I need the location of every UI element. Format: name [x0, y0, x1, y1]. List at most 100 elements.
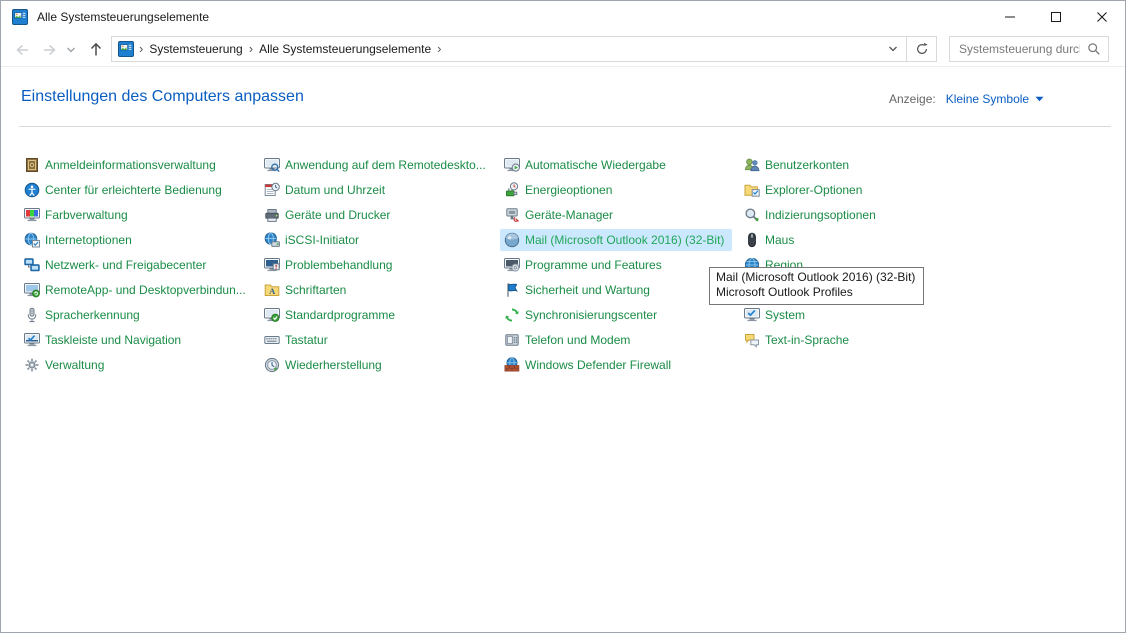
control-panel-item[interactable]: Indizierungsoptionen [740, 204, 884, 226]
control-panel-item[interactable]: Mail (Microsoft Outlook 2016) (32-Bit) [500, 229, 732, 251]
address-bar[interactable]: ›Systemsteuerung›Alle Systemsteuerungsel… [111, 36, 937, 62]
control-panel-item[interactable]: Spracherkennung [20, 304, 148, 326]
breadcrumb-item[interactable]: Systemsteuerung [148, 42, 243, 56]
up-button[interactable] [83, 33, 109, 66]
breadcrumb-separator-icon: › [244, 41, 258, 56]
item-label: Wiederherstellung [285, 358, 382, 372]
address-dropdown-button[interactable] [880, 37, 906, 61]
address-bar-controls [880, 37, 936, 61]
sync-center-icon [504, 307, 520, 323]
control-panel-item[interactable]: Verwaltung [20, 354, 112, 376]
control-panel-item[interactable]: iSCSI-Initiator [260, 229, 367, 251]
search-box [949, 36, 1109, 62]
title-bar: Alle Systemsteuerungselemente [1, 1, 1125, 33]
control-panel-item[interactable]: Farbverwaltung [20, 204, 136, 226]
control-panel-item[interactable]: Netzwerk- und Freigabecenter [20, 254, 214, 276]
close-button[interactable] [1079, 1, 1125, 33]
control-panel-item[interactable]: Anwendung auf dem Remotedeskto... [260, 154, 494, 176]
header-divider [19, 126, 1111, 127]
page-title: Einstellungen des Computers anpassen [21, 88, 304, 106]
control-panel-item[interactable]: Center für erleichterte Bedienung [20, 179, 230, 201]
maximize-button[interactable] [1033, 1, 1079, 33]
refresh-icon [915, 42, 929, 56]
control-panel-item[interactable]: Problembehandlung [260, 254, 400, 276]
control-panel-item[interactable]: Geräte-Manager [500, 204, 621, 226]
control-panel-item[interactable]: Benutzerkonten [740, 154, 857, 176]
explorer-options-icon [744, 182, 760, 198]
chevron-down-icon [66, 46, 76, 54]
control-panel-item[interactable]: Explorer-Optionen [740, 179, 870, 201]
control-panel-item[interactable]: Synchronisierungscenter [500, 304, 665, 326]
devices-printers-icon [264, 207, 280, 223]
control-panel-item[interactable]: System [740, 304, 813, 326]
control-panel-item[interactable]: Programme und Features [500, 254, 670, 276]
troubleshooting-icon [264, 257, 280, 273]
item-label: Standardprogramme [285, 308, 395, 322]
item-label: Internetoptionen [45, 233, 132, 247]
mail-icon [504, 232, 520, 248]
breadcrumb-item[interactable]: Alle Systemsteuerungselemente [258, 42, 432, 56]
search-input[interactable] [950, 42, 1080, 56]
control-panel-item[interactable]: Datum und Uhrzeit [260, 179, 393, 201]
window-title: Alle Systemsteuerungselemente [37, 1, 209, 33]
control-panel-item[interactable]: A Schriftarten [260, 279, 354, 301]
minimize-icon [1004, 11, 1016, 23]
recent-locations-button[interactable] [63, 33, 79, 66]
control-panel-item[interactable]: Energieoptionen [500, 179, 620, 201]
navigation-toolbar: ›Systemsteuerung›Alle Systemsteuerungsel… [1, 33, 1125, 67]
user-accounts-icon [744, 157, 760, 173]
view-by-dropdown[interactable]: Kleine Symbole [946, 92, 1044, 106]
text-to-speech-icon [744, 332, 760, 348]
internet-options-icon [24, 232, 40, 248]
fonts-icon: A [264, 282, 280, 298]
keyboard-icon [264, 332, 280, 348]
iscsi-initiator-icon [264, 232, 280, 248]
color-management-icon [24, 207, 40, 223]
phone-modem-icon [504, 332, 520, 348]
back-arrow-icon [13, 42, 31, 58]
view-by-value: Kleine Symbole [946, 92, 1029, 106]
item-label: Telefon und Modem [525, 333, 630, 347]
tooltip-line-2: Microsoft Outlook Profiles [716, 285, 915, 300]
control-panel-item[interactable]: Sicherheit und Wartung [500, 279, 658, 301]
forward-button[interactable] [37, 33, 63, 66]
control-panel-item[interactable]: Windows Defender Firewall [500, 354, 679, 376]
search-icon [1087, 42, 1101, 56]
item-label: Netzwerk- und Freigabecenter [45, 258, 206, 272]
search-button[interactable] [1080, 37, 1108, 61]
control-panel-item[interactable]: Maus [740, 229, 802, 251]
item-label: Taskleiste und Navigation [45, 333, 181, 347]
item-label: Schriftarten [285, 283, 346, 297]
item-label: Tastatur [285, 333, 328, 347]
breadcrumb-separator-icon: › [432, 41, 446, 56]
firewall-icon [504, 357, 520, 373]
control-panel-item[interactable]: Internetoptionen [20, 229, 140, 251]
control-panel-item[interactable]: Taskleiste und Navigation [20, 329, 189, 351]
back-button[interactable] [9, 33, 35, 66]
control-panel-item[interactable]: Anmeldeinformationsverwaltung [20, 154, 224, 176]
control-panel-icon [12, 9, 28, 25]
mouse-icon [744, 232, 760, 248]
control-panel-item[interactable]: Tastatur [260, 329, 336, 351]
control-panel-item[interactable]: Standardprogramme [260, 304, 403, 326]
control-panel-item[interactable]: Wiederherstellung [260, 354, 390, 376]
forward-arrow-icon [41, 42, 59, 58]
minimize-button[interactable] [987, 1, 1033, 33]
item-label: Anmeldeinformationsverwaltung [45, 158, 216, 172]
dropdown-arrow-icon [1035, 96, 1044, 102]
refresh-button[interactable] [906, 37, 936, 61]
control-panel-item[interactable]: Geräte und Drucker [260, 204, 398, 226]
up-arrow-icon [88, 41, 104, 58]
control-panel-item[interactable]: RemoteApp- und Desktopverbindun... [20, 279, 254, 301]
control-panel-item[interactable]: Telefon und Modem [500, 329, 638, 351]
item-label: Problembehandlung [285, 258, 392, 272]
control-panel-item[interactable]: Text-in-Sprache [740, 329, 857, 351]
item-label: iSCSI-Initiator [285, 233, 359, 247]
power-options-icon [504, 182, 520, 198]
view-by-label: Anzeige: [889, 92, 936, 106]
item-label: Spracherkennung [45, 308, 140, 322]
item-label: RemoteApp- und Desktopverbindun... [45, 283, 246, 297]
control-panel-item[interactable]: Automatische Wiedergabe [500, 154, 674, 176]
item-label: Explorer-Optionen [765, 183, 862, 197]
control-panel-icon [118, 41, 134, 57]
